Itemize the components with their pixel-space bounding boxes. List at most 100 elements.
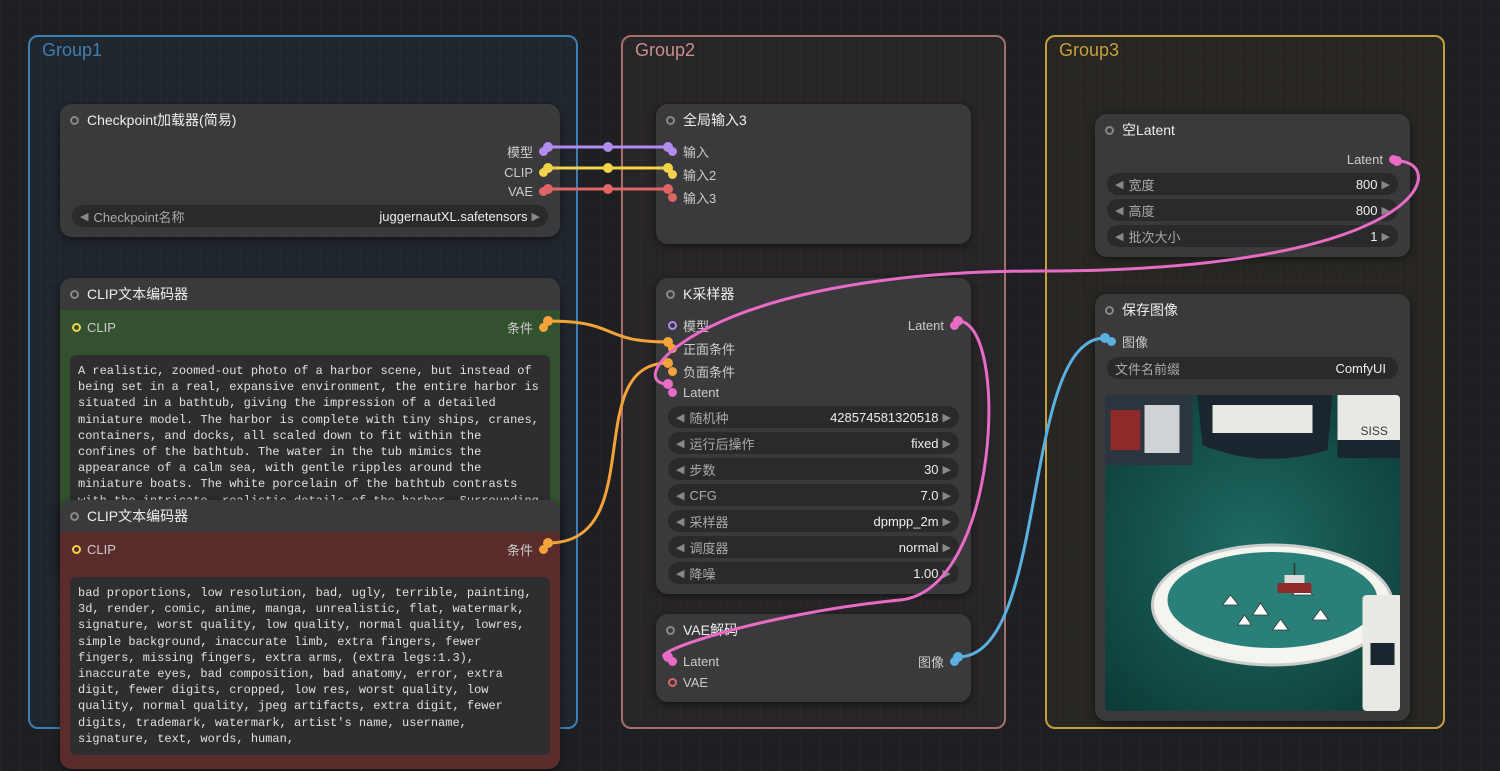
port-clip[interactable] — [539, 168, 548, 177]
output-label: CLIP — [504, 165, 533, 180]
prev-icon[interactable]: ◀ — [80, 210, 88, 223]
port-clip-in[interactable] — [72, 323, 81, 332]
input-label: 输入3 — [683, 188, 716, 207]
node-vae-decode[interactable]: VAE解码 Latent 图像 VAE — [656, 614, 971, 702]
input-label: 输入2 — [683, 165, 716, 184]
filename-prefix-widget[interactable]: 文件名前缀 ComfyUI — [1107, 357, 1398, 379]
collapse-icon[interactable] — [70, 116, 79, 125]
output-label: Latent — [1347, 152, 1383, 167]
next-icon[interactable]: ▶ — [943, 437, 951, 450]
port-latent-out[interactable] — [1389, 155, 1398, 164]
collapse-icon[interactable] — [666, 626, 675, 635]
port-negative-in[interactable] — [668, 367, 677, 376]
next-icon[interactable]: ▶ — [943, 489, 951, 502]
latent-widget-1[interactable]: ◀高度800▶ — [1107, 199, 1398, 221]
input-label: CLIP — [87, 320, 116, 335]
prev-icon[interactable]: ◀ — [676, 489, 684, 502]
input-label: 图像 — [1122, 332, 1148, 351]
sampler-widget-2[interactable]: ◀步数30▶ — [668, 458, 959, 480]
port-in2[interactable] — [668, 170, 677, 179]
collapse-icon[interactable] — [666, 290, 675, 299]
input-label: Latent — [683, 654, 719, 669]
next-icon[interactable]: ▶ — [532, 210, 540, 223]
prev-icon[interactable]: ◀ — [676, 463, 684, 476]
port-image-out[interactable] — [950, 657, 959, 666]
group-title: Group3 — [1059, 40, 1119, 61]
port-positive-in[interactable] — [668, 344, 677, 353]
collapse-icon[interactable] — [666, 116, 675, 125]
input-label: Latent — [683, 385, 719, 400]
output-label: 图像 — [918, 652, 944, 671]
node-empty-latent[interactable]: 空Latent Latent ◀宽度800▶ ◀高度800▶ ◀批次大小1▶ — [1095, 114, 1410, 257]
next-icon[interactable]: ▶ — [1382, 204, 1390, 217]
next-icon[interactable]: ▶ — [943, 567, 951, 580]
node-ksampler[interactable]: K采样器 模型 Latent 正面条件 负面条件 Latent ◀随机种4285… — [656, 278, 971, 594]
node-title: K采样器 — [683, 284, 734, 304]
collapse-icon[interactable] — [1105, 126, 1114, 135]
output-label: 条件 — [507, 318, 533, 337]
collapse-icon[interactable] — [1105, 306, 1114, 315]
next-icon[interactable]: ▶ — [943, 411, 951, 424]
port-vae[interactable] — [539, 187, 548, 196]
latent-widget-2[interactable]: ◀批次大小1▶ — [1107, 225, 1398, 247]
prev-icon[interactable]: ◀ — [1115, 178, 1123, 191]
input-label: 正面条件 — [683, 339, 735, 358]
node-checkpoint-loader[interactable]: Checkpoint加载器(简易) 模型 CLIP VAE ◀Checkpoin… — [60, 104, 560, 237]
sampler-widget-5[interactable]: ◀调度器normal▶ — [668, 536, 959, 558]
output-label: 模型 — [507, 142, 533, 161]
port-latent-in[interactable] — [668, 388, 677, 397]
output-label: Latent — [908, 318, 944, 333]
latent-widget-0[interactable]: ◀宽度800▶ — [1107, 173, 1398, 195]
input-label: 模型 — [683, 316, 709, 335]
group-title: Group2 — [635, 40, 695, 61]
node-title: VAE解码 — [683, 620, 738, 640]
node-title: 空Latent — [1122, 120, 1175, 140]
prev-icon[interactable]: ◀ — [676, 437, 684, 450]
port-cond-out[interactable] — [539, 545, 548, 554]
checkpoint-name-widget[interactable]: ◀Checkpoint名称 juggernautXL.safetensors ▶ — [72, 205, 548, 227]
node-title: CLIP文本编码器 — [87, 506, 188, 526]
port-clip-in[interactable] — [72, 545, 81, 554]
collapse-icon[interactable] — [70, 512, 79, 521]
node-title: CLIP文本编码器 — [87, 284, 188, 304]
prev-icon[interactable]: ◀ — [1115, 230, 1123, 243]
node-global-input[interactable]: 全局输入3 输入 输入2 输入3 — [656, 104, 971, 244]
prev-icon[interactable]: ◀ — [676, 515, 684, 528]
sampler-widget-3[interactable]: ◀CFG7.0▶ — [668, 484, 959, 506]
port-image-in[interactable] — [1107, 337, 1116, 346]
node-title: 全局输入3 — [683, 110, 747, 130]
collapse-icon[interactable] — [70, 290, 79, 299]
sampler-widget-0[interactable]: ◀随机种428574581320518▶ — [668, 406, 959, 428]
sampler-widget-4[interactable]: ◀采样器dpmpp_2m▶ — [668, 510, 959, 532]
negative-prompt-textarea[interactable]: bad proportions, low resolution, bad, ug… — [70, 577, 550, 755]
node-title: 保存图像 — [1122, 300, 1178, 320]
port-in3[interactable] — [668, 193, 677, 202]
port-model[interactable] — [539, 147, 548, 156]
port-in1[interactable] — [668, 147, 677, 156]
prev-icon[interactable]: ◀ — [676, 567, 684, 580]
next-icon[interactable]: ▶ — [943, 541, 951, 554]
input-label: CLIP — [87, 542, 116, 557]
next-icon[interactable]: ▶ — [1382, 230, 1390, 243]
input-label: 负面条件 — [683, 362, 735, 381]
port-cond-out[interactable] — [539, 323, 548, 332]
node-clip-encoder-negative[interactable]: CLIP文本编码器 CLIP 条件 bad proportions, low r… — [60, 500, 560, 769]
group-title: Group1 — [42, 40, 102, 61]
prev-icon[interactable]: ◀ — [676, 541, 684, 554]
output-label: 条件 — [507, 540, 533, 559]
port-latent-in[interactable] — [668, 657, 677, 666]
prev-icon[interactable]: ◀ — [676, 411, 684, 424]
next-icon[interactable]: ▶ — [943, 463, 951, 476]
next-icon[interactable]: ▶ — [1382, 178, 1390, 191]
svg-text:SISS: SISS — [1361, 424, 1388, 438]
next-icon[interactable]: ▶ — [943, 515, 951, 528]
port-model-in[interactable] — [668, 321, 677, 330]
sampler-widget-6[interactable]: ◀降噪1.00▶ — [668, 562, 959, 584]
port-latent-out[interactable] — [950, 321, 959, 330]
node-save-image[interactable]: 保存图像 图像 文件名前缀 ComfyUI — [1095, 294, 1410, 721]
port-vae-in[interactable] — [668, 678, 677, 687]
input-label: VAE — [683, 675, 708, 690]
prev-icon[interactable]: ◀ — [1115, 204, 1123, 217]
sampler-widget-1[interactable]: ◀运行后操作fixed▶ — [668, 432, 959, 454]
output-label: VAE — [508, 184, 533, 199]
